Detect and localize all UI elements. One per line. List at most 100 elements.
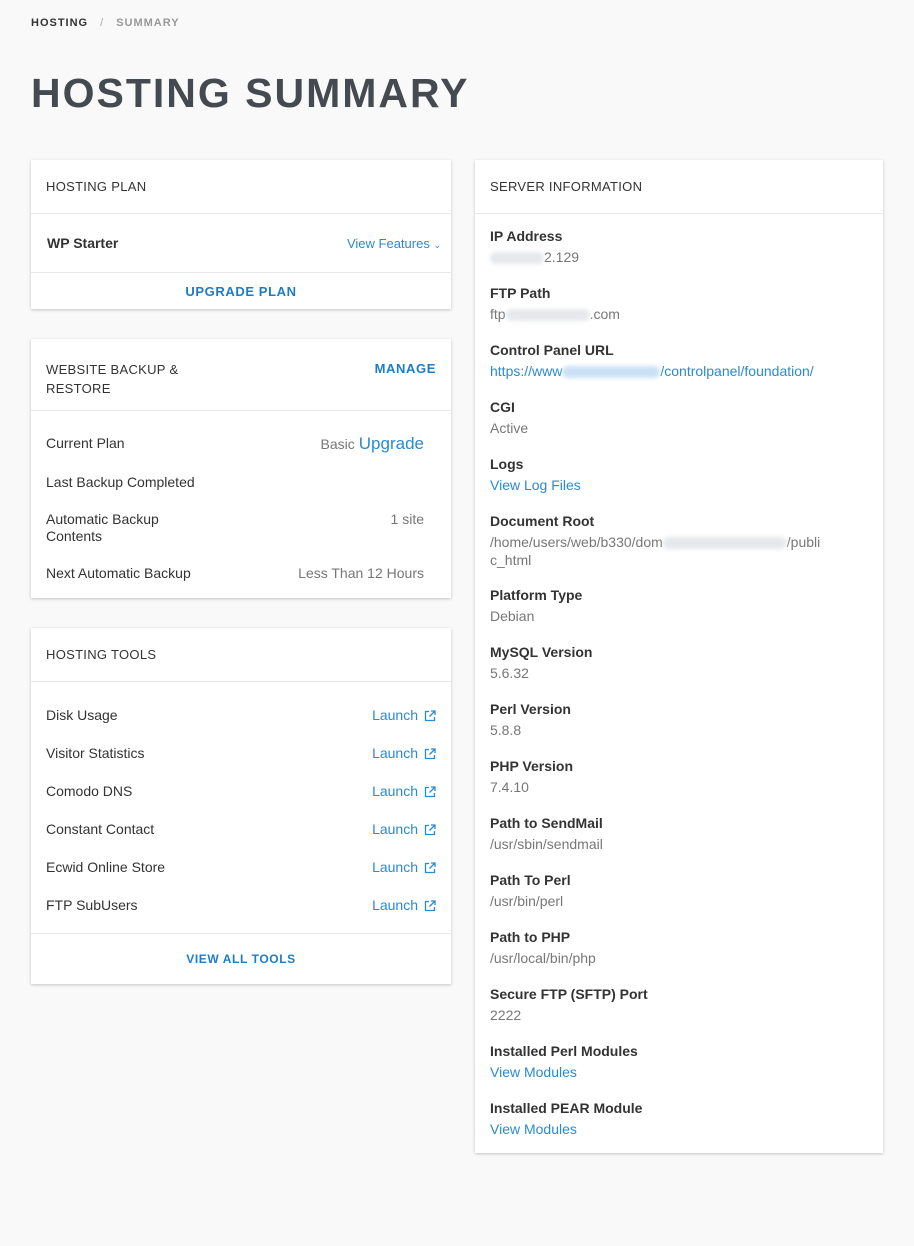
control-panel-label: Control Panel URL	[490, 342, 614, 358]
next-backup-label: Next Automatic Backup	[46, 565, 191, 581]
launch-label: Launch	[372, 897, 418, 913]
launch-button[interactable]: Launch	[372, 783, 436, 799]
platform-label: Platform Type	[490, 587, 583, 603]
tool-row: Constant Contact Launch	[46, 819, 436, 839]
php-version-value: 7.4.10	[490, 779, 529, 795]
sftp-port-item: Secure FTP (SFTP) Port 2222	[490, 985, 868, 1024]
sendmail-item: Path to SendMail /usr/sbin/sendmail	[490, 814, 868, 853]
ip-suffix: 2.129	[544, 249, 580, 265]
cgi-label: CGI	[490, 399, 515, 415]
redacted-docroot	[662, 537, 787, 550]
pear-module-label: Installed PEAR Module	[490, 1100, 643, 1116]
launch-label: Launch	[372, 707, 418, 723]
pear-module-item: Installed PEAR Module View Modules	[490, 1099, 868, 1138]
plan-name: WP Starter	[47, 235, 119, 251]
docroot-prefix: /home/users/web/b330/dom	[490, 534, 663, 550]
current-plan-label: Current Plan	[46, 435, 125, 451]
ftp-path-label: FTP Path	[490, 285, 551, 301]
redacted-ip	[490, 252, 544, 265]
sendmail-value: /usr/sbin/sendmail	[490, 836, 603, 852]
perl-path-label: Path To Perl	[490, 872, 571, 888]
external-link-icon	[424, 899, 436, 912]
perl-version-label: Perl Version	[490, 701, 571, 717]
docroot-line-1: /home/users/web/b330/dom/publi	[490, 533, 868, 551]
mysql-value: 5.6.32	[490, 665, 529, 681]
breadcrumb-separator: /	[100, 17, 105, 29]
view-pear-modules-link[interactable]: View Modules	[490, 1120, 868, 1138]
launch-label: Launch	[372, 783, 418, 799]
launch-label: Launch	[372, 859, 418, 875]
php-path-item: Path to PHP /usr/local/bin/php	[490, 928, 868, 967]
tool-name: Visitor Statistics	[46, 745, 145, 761]
php-version-label: PHP Version	[490, 758, 574, 774]
perl-modules-label: Installed Perl Modules	[490, 1043, 638, 1059]
tools-footer: VIEW ALL TOOLS	[31, 934, 451, 984]
breadcrumb-current: SUMMARY	[116, 17, 180, 29]
external-link-icon	[424, 747, 436, 760]
view-features-label: View Features	[346, 235, 430, 251]
mysql-item: MySQL Version 5.6.32	[490, 643, 868, 682]
document-root-label: Document Root	[490, 513, 595, 529]
tool-row: FTP SubUsers Launch	[46, 895, 436, 915]
tool-name: Constant Contact	[46, 821, 155, 837]
page-title: HOSTING SUMMARY	[31, 70, 470, 116]
breadcrumb: HOSTING / SUMMARY	[31, 17, 180, 29]
cp-suffix: /controlpanel/foundation/	[660, 363, 814, 379]
backup-contents-value: 1 site	[390, 511, 424, 527]
launch-button[interactable]: Launch	[372, 745, 436, 761]
backup-header: WEBSITE BACKUP & RESTORE MANAGE	[31, 339, 451, 411]
next-backup-value: Less Than 12 Hours	[298, 565, 424, 581]
view-all-tools-button[interactable]: VIEW ALL TOOLS	[186, 952, 296, 966]
logs-label: Logs	[490, 456, 524, 472]
ftp-prefix: ftp	[490, 306, 506, 322]
backup-contents-label: Automatic Backup Contents	[46, 511, 159, 544]
docroot-suffix: /publi	[786, 534, 821, 550]
mysql-label: MySQL Version	[490, 644, 593, 660]
upgrade-link[interactable]: Upgrade	[359, 434, 424, 453]
view-perl-modules-link[interactable]: View Modules	[490, 1063, 868, 1081]
docroot-line-2: c_html	[490, 552, 532, 568]
last-backup-label: Last Backup Completed	[46, 474, 195, 490]
perl-version-value: 5.8.8	[490, 722, 522, 738]
upgrade-plan-button[interactable]: UPGRADE PLAN	[185, 284, 296, 299]
control-panel-link[interactable]: https://www/controlpanel/foundation/	[490, 362, 868, 380]
ip-address-value: 2.129	[490, 248, 868, 266]
perl-path-value: /usr/bin/perl	[490, 893, 564, 909]
backup-title: WEBSITE BACKUP & RESTORE	[46, 362, 179, 396]
sftp-port-value: 2222	[490, 1007, 522, 1023]
tool-name: Ecwid Online Store	[46, 859, 166, 875]
page: HOSTING / SUMMARY HOSTING SUMMARY HOSTIN…	[0, 0, 914, 1246]
view-log-files-link[interactable]: View Log Files	[490, 476, 868, 494]
document-root-value: /home/users/web/b330/dom/publi c_html	[490, 533, 868, 569]
server-info-header: SERVER INFORMATION	[475, 160, 883, 214]
control-panel-item: Control Panel URL https://www/controlpan…	[490, 341, 868, 380]
tool-row: Visitor Statistics Launch	[46, 743, 436, 763]
breadcrumb-hosting[interactable]: HOSTING	[31, 17, 88, 29]
hosting-tools-card: HOSTING TOOLS Disk Usage Launch Visitor St…	[31, 628, 451, 984]
hosting-plan-card: HOSTING PLAN WP Starter View Features ⌄ …	[31, 160, 451, 309]
platform-value: Debian	[490, 608, 535, 624]
view-features-link[interactable]: View Features ⌄	[347, 236, 441, 251]
redacted-domain	[562, 366, 661, 379]
manage-button[interactable]: MANAGE	[375, 361, 436, 376]
ftp-path-item: FTP Path ftp .com	[490, 284, 868, 323]
php-version-item: PHP Version 7.4.10	[490, 757, 868, 796]
current-plan-name: Basic	[320, 436, 355, 452]
logs-item: Logs View Log Files	[490, 455, 868, 494]
launch-button[interactable]: Launch	[372, 821, 436, 837]
launch-button[interactable]: Launch	[372, 897, 436, 913]
plan-row: WP Starter View Features ⌄	[31, 214, 451, 273]
perl-version-item: Perl Version 5.8.8	[490, 700, 868, 739]
cgi-item: CGI Active	[490, 398, 868, 437]
launch-button[interactable]: Launch	[372, 707, 436, 723]
external-link-icon	[424, 709, 436, 722]
external-link-icon	[424, 823, 436, 836]
cp-prefix: https://www	[490, 363, 563, 379]
launch-button[interactable]: Launch	[372, 859, 436, 875]
current-plan-value: Basic Upgrade	[321, 435, 424, 453]
perl-modules-item: Installed Perl Modules View Modules	[490, 1042, 868, 1081]
perl-path-item: Path To Perl /usr/bin/perl	[490, 871, 868, 910]
chevron-down-icon: ⌄	[433, 239, 441, 250]
tool-row: Comodo DNS Launch	[46, 781, 436, 801]
sendmail-label: Path to SendMail	[490, 815, 603, 831]
